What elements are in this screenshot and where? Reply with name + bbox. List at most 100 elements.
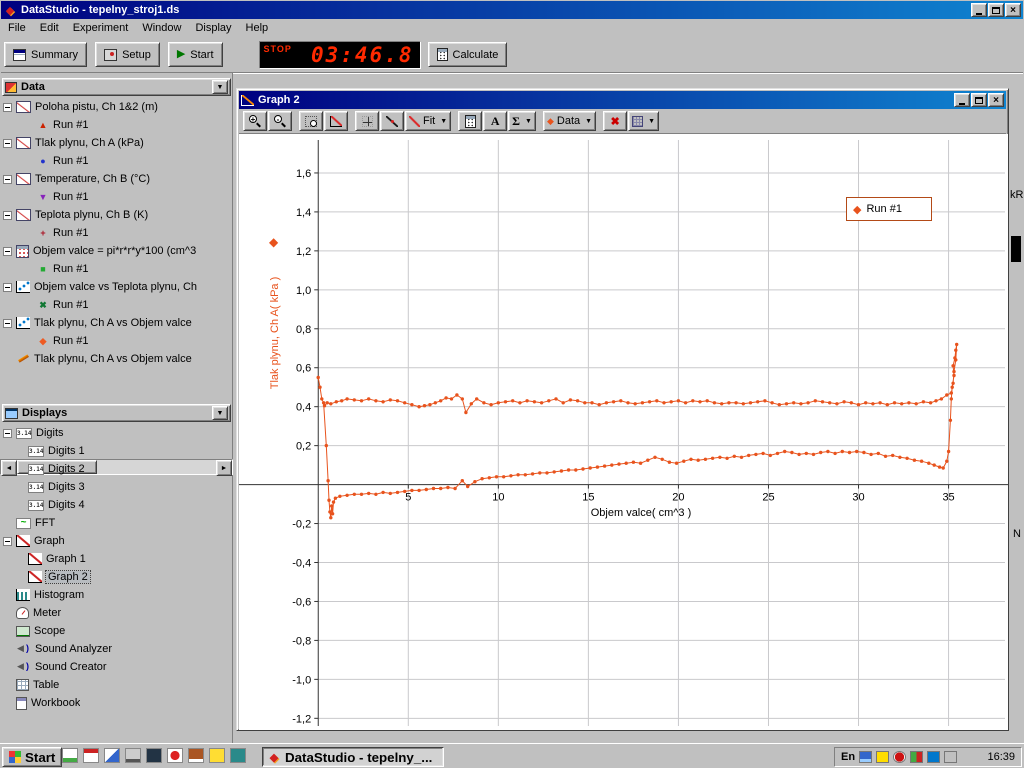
data-item[interactable]: Objem valce vs Teplota plynu, Ch [0, 278, 231, 296]
quicklaunch-icon[interactable] [62, 748, 78, 763]
menu-window[interactable]: Window [135, 20, 188, 36]
tray-icon[interactable] [859, 751, 872, 763]
displays-panel-menu-button[interactable]: ▼ [212, 406, 228, 420]
graph-legend[interactable]: ◆ Run #1 [846, 197, 932, 221]
display-item-digits-4[interactable]: Digits 4 [0, 496, 231, 514]
run-item[interactable]: ▲Run #1 [0, 116, 231, 134]
collapse-toggle[interactable] [3, 247, 12, 256]
quicklaunch-icon[interactable] [188, 748, 204, 763]
collapse-toggle[interactable] [3, 103, 12, 112]
svg-text:0,2: 0,2 [296, 441, 311, 453]
menu-help[interactable]: Help [239, 20, 276, 36]
zoom-out-button[interactable]: - [268, 111, 292, 131]
run-item[interactable]: ✖Run #1 [0, 296, 231, 314]
graph-window-titlebar[interactable]: Graph 2 × [239, 91, 1006, 109]
menu-experiment[interactable]: Experiment [66, 20, 136, 36]
fit-menu-button[interactable]: Fit▼ [405, 111, 451, 131]
tray-icon[interactable] [910, 751, 923, 763]
data-item[interactable]: Temperature, Ch B (°C) [0, 170, 231, 188]
start-button[interactable]: ▶ Start [168, 42, 223, 67]
data-icon [5, 82, 17, 93]
calculate-button[interactable]: Calculate [428, 42, 508, 67]
slope-tool-button[interactable] [380, 111, 404, 131]
tray-icon[interactable] [927, 751, 940, 763]
display-item-graph-1[interactable]: Graph 1 [0, 550, 231, 568]
data-item[interactable]: Objem valce = pi*r*r*y*100 (cm^3 [0, 242, 231, 260]
statistics-button[interactable]: Σ▼ [508, 111, 536, 131]
collapse-toggle[interactable] [3, 283, 12, 292]
smart-tool-button[interactable] [355, 111, 379, 131]
run-item[interactable]: ●Run #1 [0, 152, 231, 170]
data-menu-button[interactable]: ◆Data▼ [543, 111, 596, 131]
tray-icon[interactable] [876, 751, 889, 763]
display-item-meter[interactable]: Meter [0, 604, 231, 622]
taskbar-app-button[interactable]: ◆ DataStudio - tepelny_... [262, 747, 444, 767]
collapse-toggle[interactable] [3, 429, 12, 438]
setup-button[interactable]: Setup [95, 42, 160, 67]
scale-to-fit-icon [330, 116, 342, 127]
run-item[interactable]: ■Run #1 [0, 260, 231, 278]
maximize-button[interactable] [988, 3, 1004, 17]
data-item[interactable]: Teplota plynu, Ch B (K) [0, 206, 231, 224]
display-item-sound-creator[interactable]: Sound Creator [0, 658, 231, 676]
collapse-toggle[interactable] [3, 319, 12, 328]
data-panel-menu-button[interactable]: ▼ [212, 80, 228, 94]
quicklaunch-icon[interactable] [104, 748, 120, 763]
display-item-graph[interactable]: Graph [0, 532, 231, 550]
start-menu-button[interactable]: Start [2, 747, 62, 767]
quicklaunch-icon[interactable] [125, 748, 141, 763]
data-item[interactable]: Tlak plynu, Ch A vs Objem valce [0, 314, 231, 332]
zoom-select-button[interactable] [299, 111, 323, 131]
calculate-tool-button[interactable] [458, 111, 482, 131]
graph-plot-canvas[interactable]: 51015202530351,61,41,21,00,80,60,40,2-0,… [239, 134, 1008, 730]
tray-icon[interactable] [893, 751, 906, 763]
display-item-histogram[interactable]: Histogram [0, 586, 231, 604]
graph-settings-button[interactable]: ▼ [628, 111, 659, 131]
display-item-scope[interactable]: Scope [0, 622, 231, 640]
graph-close-button[interactable]: × [988, 93, 1004, 107]
remove-data-button[interactable]: ✖ [603, 111, 627, 131]
scale-to-fit-button[interactable] [324, 111, 348, 131]
graph-minimize-button[interactable] [954, 93, 970, 107]
display-item-digits-1[interactable]: Digits 1 [0, 442, 231, 460]
quicklaunch-icon[interactable] [209, 748, 225, 763]
graph-restore-button[interactable] [971, 93, 987, 107]
collapse-toggle[interactable] [3, 211, 12, 220]
scope-icon [16, 626, 30, 637]
summary-button[interactable]: Summary [4, 42, 87, 67]
collapse-toggle[interactable] [3, 537, 12, 546]
display-item-graph-2[interactable]: Graph 2 [0, 568, 231, 586]
data-item[interactable]: Tlak plynu, Ch A (kPa) [0, 134, 231, 152]
display-item-fft[interactable]: FFT [0, 514, 231, 532]
menu-edit[interactable]: Edit [33, 20, 66, 36]
collapse-toggle[interactable] [3, 139, 12, 148]
minimize-button[interactable] [971, 3, 987, 17]
app-titlebar[interactable]: ◆ DataStudio - tepelny_stroj1.ds × [1, 1, 1023, 19]
zoom-in-button[interactable]: + [243, 111, 267, 131]
display-item-digits-3[interactable]: Digits 3 [0, 478, 231, 496]
quicklaunch-icon[interactable] [230, 748, 246, 763]
display-item-digits-2[interactable]: Digits 2 [0, 460, 231, 478]
quicklaunch-icon[interactable] [83, 748, 99, 763]
display-item-table[interactable]: Table [0, 676, 231, 694]
keyboard-layout-indicator[interactable]: En [841, 751, 855, 763]
quicklaunch-icon[interactable] [146, 748, 162, 763]
data-item[interactable]: Poloha pistu, Ch 1&2 (m) [0, 98, 231, 116]
data-item[interactable]: Tlak plynu, Ch A vs Objem valce [0, 350, 231, 368]
quicklaunch-icon[interactable] [167, 748, 183, 763]
display-item-digits[interactable]: Digits [0, 424, 231, 442]
chevron-down-icon: ▼ [525, 118, 532, 125]
run-item[interactable]: +Run #1 [0, 224, 231, 242]
y-axis-label: Tlak plynu, Ch A( kPa ) [269, 228, 283, 438]
run-item[interactable]: ▼Run #1 [0, 188, 231, 206]
text-annotation-button[interactable]: A [483, 111, 507, 131]
menu-display[interactable]: Display [188, 20, 238, 36]
run-item[interactable]: ◆Run #1 [0, 332, 231, 350]
tray-icon[interactable] [944, 751, 957, 763]
collapse-toggle[interactable] [3, 175, 12, 184]
graph-plot-area[interactable]: 51015202530351,61,41,21,00,80,60,40,2-0,… [239, 134, 1008, 730]
menu-file[interactable]: File [1, 20, 33, 36]
close-button[interactable]: × [1005, 3, 1021, 17]
display-item-sound-analyzer[interactable]: Sound Analyzer [0, 640, 231, 658]
display-item-workbook[interactable]: Workbook [0, 694, 231, 712]
